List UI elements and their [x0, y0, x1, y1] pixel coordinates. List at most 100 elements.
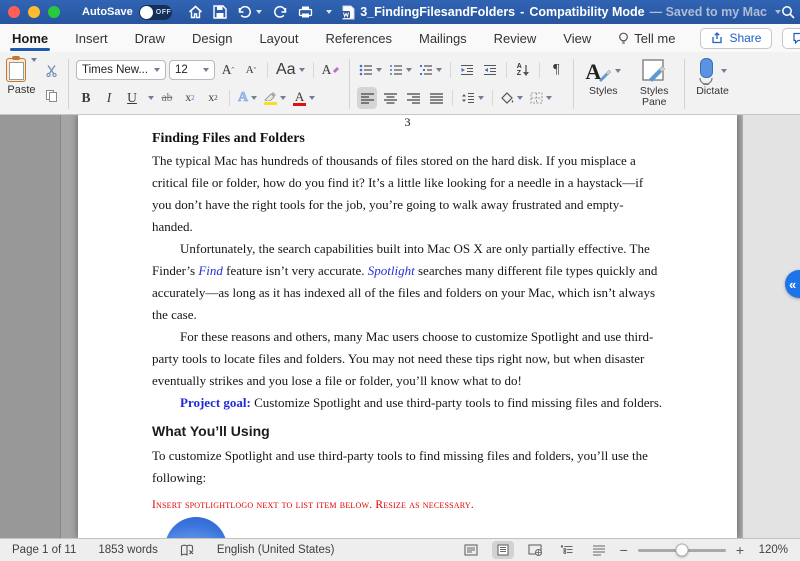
minimize-window-button[interactable] — [28, 6, 40, 18]
italic-button[interactable]: I — [99, 87, 119, 109]
word-count[interactable]: 1853 words — [98, 544, 157, 556]
title-separator: - — [520, 5, 524, 19]
clear-formatting-button[interactable]: A — [320, 59, 343, 81]
align-right-button[interactable] — [403, 87, 423, 109]
tab-home[interactable]: Home — [10, 26, 50, 50]
microphone-icon — [700, 58, 713, 78]
share-button[interactable]: Share — [700, 28, 772, 49]
tab-references[interactable]: References — [324, 26, 394, 50]
increase-indent-button[interactable] — [480, 59, 500, 81]
paste-button[interactable]: Paste — [6, 58, 37, 96]
zoom-out-button[interactable]: − — [620, 542, 628, 558]
web-layout-view-button[interactable] — [524, 541, 546, 559]
font-color-button[interactable]: A — [291, 87, 317, 109]
autosave-toggle[interactable]: OFF — [139, 5, 173, 20]
show-paragraph-marks-button[interactable]: ¶ — [546, 59, 566, 81]
zoom-in-button[interactable]: + — [736, 542, 744, 558]
sort-button[interactable]: AZ — [513, 59, 533, 81]
tab-insert[interactable]: Insert — [73, 26, 110, 50]
draft-view-button[interactable] — [588, 541, 610, 559]
change-case-button[interactable]: Aa — [274, 59, 307, 81]
autosave-toggle-knob — [140, 6, 153, 19]
justify-button[interactable] — [426, 87, 446, 109]
borders-button[interactable] — [528, 87, 554, 109]
doc-line: eventually strikes and you lose a file o… — [152, 370, 672, 392]
doc-title: 3_FindingFilesandFolders — [360, 5, 515, 19]
left-margin-strip — [0, 115, 61, 538]
zoom-slider[interactable] — [638, 549, 726, 552]
spotlight-logo-image[interactable] — [165, 517, 227, 538]
tab-tell-me[interactable]: Tell me — [616, 26, 677, 50]
doc-line: For these reasons and others, many Mac u… — [152, 326, 672, 348]
zoom-level[interactable]: 120% — [754, 544, 788, 556]
spellcheck-icon[interactable] — [180, 544, 195, 557]
multilevel-list-button[interactable] — [417, 59, 444, 81]
page-info[interactable]: Page 1 of 11 — [12, 544, 76, 556]
copy-icon[interactable] — [41, 84, 61, 106]
close-window-button[interactable] — [8, 6, 20, 18]
undo-icon[interactable] — [237, 5, 262, 19]
dictate-group: Dictate — [692, 56, 733, 112]
right-scroll-gutter[interactable] — [742, 115, 800, 538]
word-doc-icon — [342, 5, 355, 20]
search-icon[interactable] — [781, 5, 795, 19]
underline-button[interactable]: U — [122, 87, 142, 109]
highlight-color-button[interactable] — [262, 87, 288, 109]
tab-mailings[interactable]: Mailings — [417, 26, 469, 50]
doc-line: critical file or folder, how do you find… — [152, 172, 672, 194]
comments-button[interactable]: Comments — [782, 28, 800, 49]
shrink-font-button[interactable]: Aˇ — [241, 59, 261, 81]
redo-icon[interactable] — [272, 5, 288, 19]
document-page[interactable]: 3 Finding Files and FoldersThe typical M… — [78, 115, 737, 538]
align-left-button[interactable] — [357, 87, 377, 109]
shading-button[interactable] — [499, 87, 525, 109]
font-name-chevron-icon[interactable] — [154, 68, 160, 72]
dictate-button[interactable]: Dictate — [692, 56, 733, 112]
superscript-button[interactable]: x2 — [203, 87, 223, 109]
font-size-combobox[interactable]: 12 — [169, 60, 215, 80]
line-spacing-button[interactable] — [459, 87, 486, 109]
toolbar-customize-chevron-icon[interactable] — [326, 10, 332, 14]
tab-view[interactable]: View — [561, 26, 593, 50]
font-size-chevron-icon[interactable] — [203, 68, 209, 72]
decrease-indent-button[interactable] — [457, 59, 477, 81]
styles-button[interactable]: A Styles — [581, 56, 625, 112]
saved-status[interactable]: — Saved to my Mac — [650, 5, 767, 19]
grow-font-button[interactable]: Aˆ — [218, 59, 238, 81]
subscript-button[interactable]: x2 — [180, 87, 200, 109]
doc-h2: What You’ll Using — [152, 418, 672, 445]
numbering-button[interactable] — [387, 59, 414, 81]
doc-line: accurately—as long as it has indexed all… — [152, 282, 672, 304]
print-icon[interactable] — [298, 5, 313, 19]
tab-design[interactable]: Design — [190, 26, 234, 50]
styles-pane-button[interactable]: Styles Pane — [631, 56, 677, 112]
bold-button[interactable]: B — [76, 87, 96, 109]
underline-chevron-icon[interactable] — [148, 96, 154, 100]
tab-review[interactable]: Review — [492, 26, 539, 50]
zoom-window-button[interactable] — [48, 6, 60, 18]
tab-draw[interactable]: Draw — [133, 26, 167, 50]
outline-view-button[interactable] — [556, 541, 578, 559]
doc-line: Project goal: Customize Spotlight and us… — [152, 392, 672, 414]
home-icon[interactable] — [188, 5, 203, 19]
font-name-combobox[interactable]: Times New... — [76, 60, 166, 80]
autosave-state: OFF — [156, 9, 172, 16]
doc-line: Unfortunately, the search capabilities b… — [152, 238, 672, 260]
cut-icon[interactable] — [41, 59, 61, 81]
bullets-button[interactable] — [357, 59, 384, 81]
save-icon[interactable] — [213, 5, 227, 19]
ribbon-tab-bar: Home Insert Draw Design Layout Reference… — [0, 24, 800, 52]
undo-dropdown-chevron-icon[interactable] — [256, 10, 262, 14]
focus-view-button[interactable] — [460, 541, 482, 559]
status-bar: Page 1 of 11 1853 words English (United … — [0, 538, 800, 561]
tab-layout[interactable]: Layout — [257, 26, 300, 50]
strikethrough-button[interactable]: ab — [157, 87, 177, 109]
paste-dropdown-chevron-icon[interactable] — [31, 58, 37, 62]
zoom-slider-handle[interactable] — [675, 544, 688, 557]
window-title: 3_FindingFilesandFolders - Compatibility… — [342, 5, 781, 20]
language-status[interactable]: English (United States) — [217, 544, 335, 556]
align-center-button[interactable] — [380, 87, 400, 109]
paragraph-group: AZ ¶ — [357, 56, 566, 112]
text-effects-button[interactable]: A — [236, 87, 259, 109]
print-layout-view-button[interactable] — [492, 541, 514, 559]
